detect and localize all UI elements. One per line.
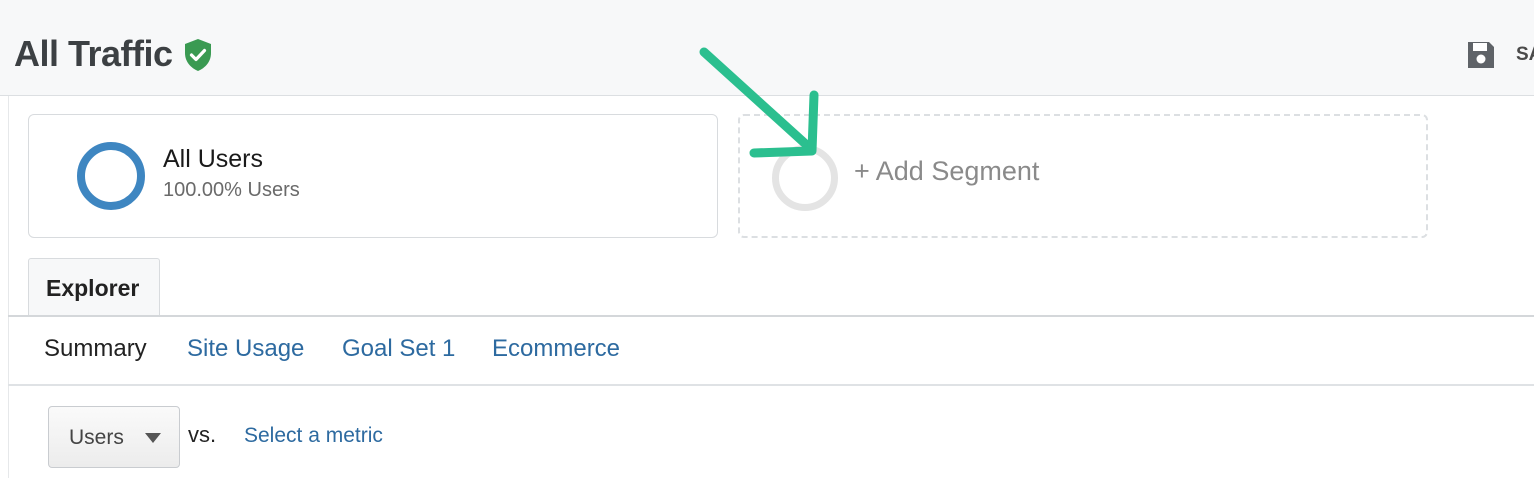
subtab-site-usage[interactable]: Site Usage [187,335,304,363]
subtab-goal-set-1[interactable]: Goal Set 1 [342,335,455,363]
segment-name: All Users [163,145,264,173]
empty-segment-ring-icon [772,145,838,211]
segment-ring-icon [77,142,145,210]
add-segment-button[interactable]: + Add Segment [738,114,1428,238]
save-button[interactable]: SAVE [1516,44,1534,66]
metric-dropdown-value: Users [69,426,124,449]
segment-card-all-users[interactable]: All Users 100.00% Users [28,114,718,238]
analytics-report-page: All Traffic SAVE All Users 100.00% Users… [0,0,1534,478]
report-header: All Traffic SAVE [0,0,1534,96]
vs-label: vs. [188,422,217,447]
chevron-down-icon [145,433,161,443]
add-segment-label: + Add Segment [854,156,1040,186]
verified-shield-icon [185,39,211,71]
segment-percentage: 100.00% Users [163,179,300,201]
tab-explorer-label: Explorer [46,275,140,301]
content-left-border [8,96,9,478]
subtab-summary[interactable]: Summary [44,335,147,363]
metric-dropdown[interactable]: Users [48,406,180,468]
tab-explorer[interactable]: Explorer [28,258,160,316]
tab-divider [8,315,1534,317]
save-icon[interactable] [1466,40,1496,70]
subtab-ecommerce[interactable]: Ecommerce [492,335,620,363]
page-title: All Traffic [14,33,173,74]
subtab-divider [8,384,1534,386]
select-metric-link[interactable]: Select a metric [244,424,383,448]
